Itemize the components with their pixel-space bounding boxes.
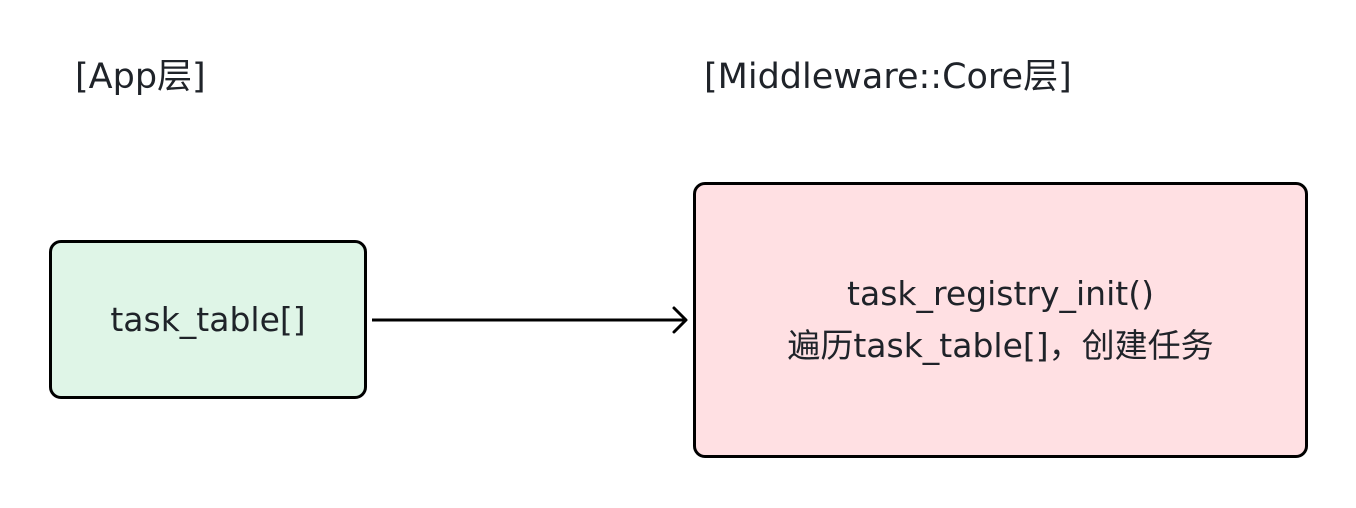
flow-arrow — [372, 306, 688, 334]
app-layer-label: [App层] — [75, 57, 206, 97]
task-table-node-text: task_table[] — [110, 299, 306, 339]
core-layer-label: [Middleware::Core层] — [704, 57, 1072, 97]
task-registry-node-desc: 遍历task_table[]，创建任务 — [787, 326, 1214, 365]
task-registry-node: task_registry_init() 遍历task_table[]，创建任务 — [693, 182, 1308, 458]
task-registry-node-title: task_registry_init() — [847, 274, 1154, 313]
task-table-node: task_table[] — [49, 240, 367, 399]
